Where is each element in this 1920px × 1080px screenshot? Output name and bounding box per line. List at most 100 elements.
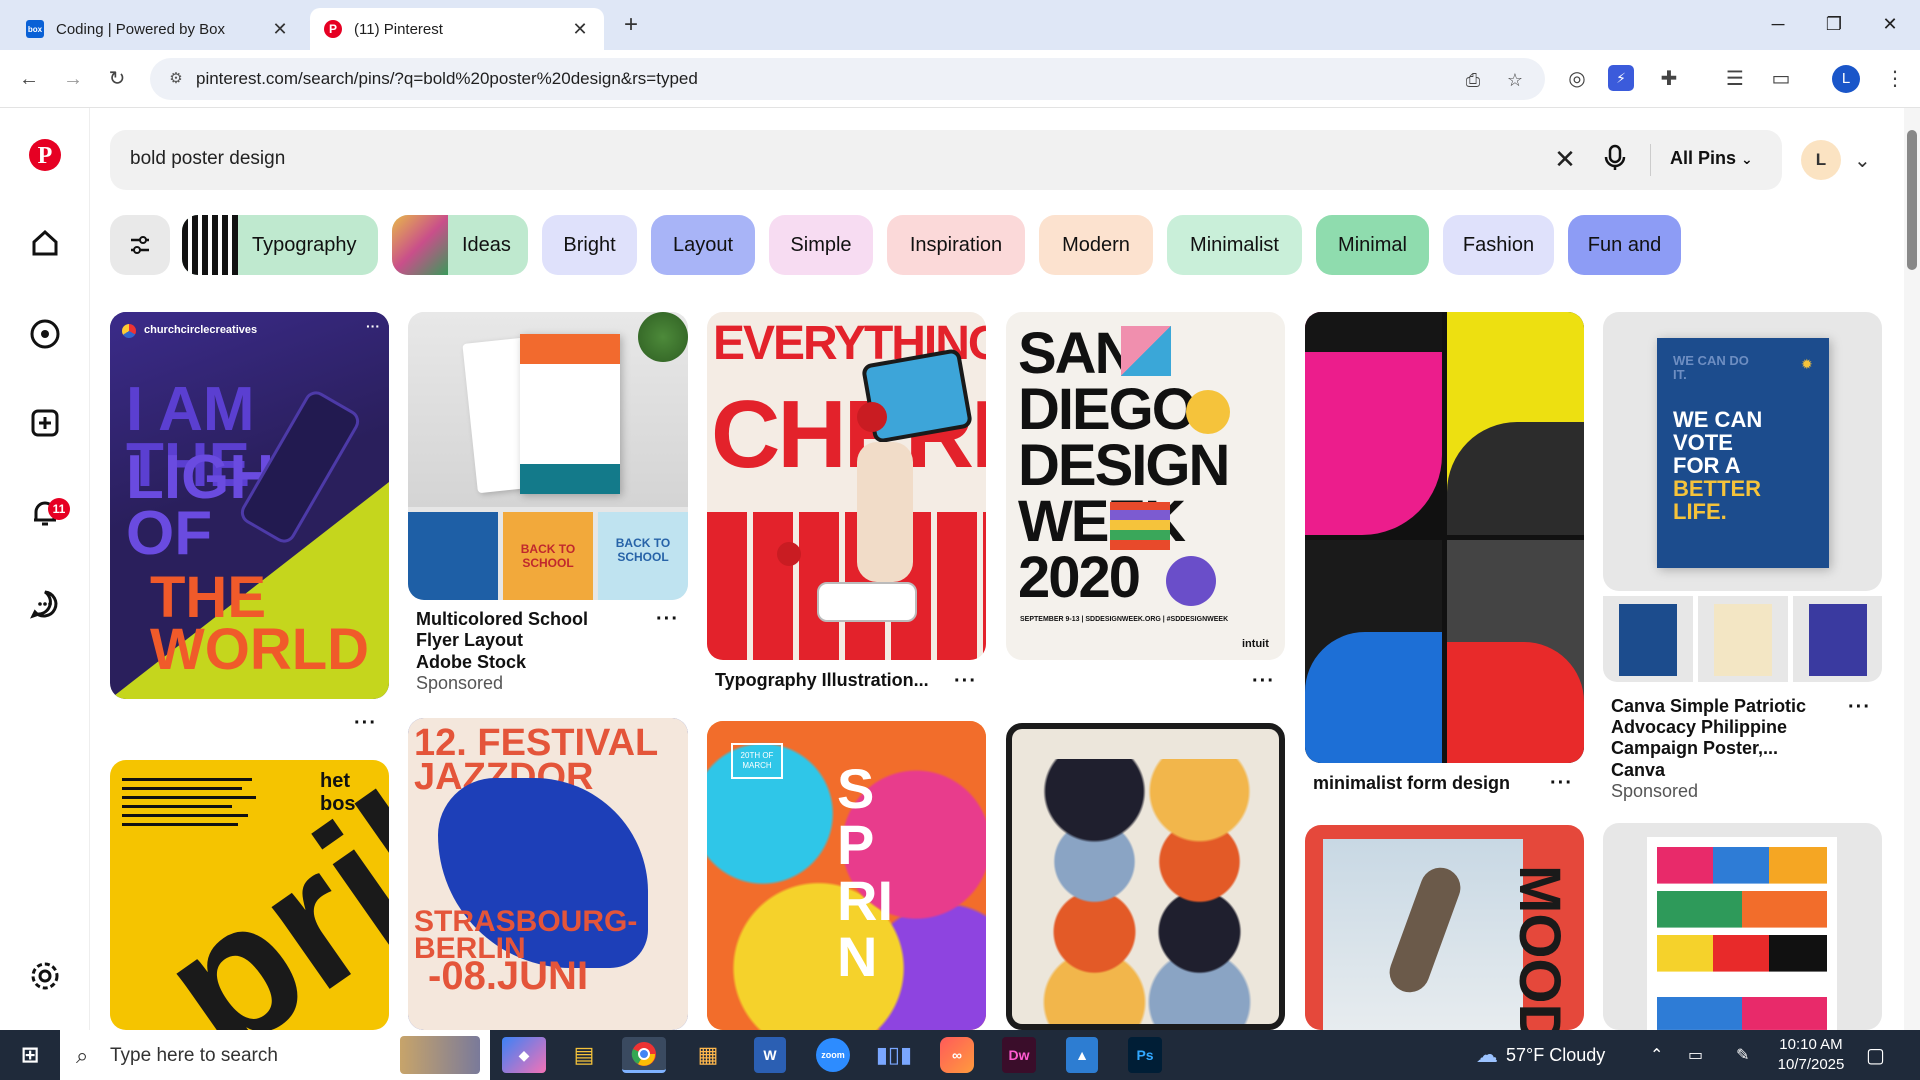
url-text[interactable]: pinterest.com/search/pins/?q=bold%20post… — [196, 69, 698, 89]
pin-minimalist-form-design[interactable] — [1305, 312, 1584, 763]
reload-icon[interactable]: ↻ — [102, 64, 132, 94]
pin-more-icon[interactable]: ··· — [1848, 696, 1871, 719]
show-hidden-icons-chevron-icon[interactable]: ⌃ — [1650, 1030, 1663, 1080]
browser-menu-icon[interactable]: ⋮ — [1880, 64, 1910, 94]
chip-modern[interactable]: Modern — [1039, 215, 1153, 275]
chip-inspiration[interactable]: Inspiration — [887, 215, 1025, 275]
close-icon[interactable]: ✕ — [270, 19, 290, 40]
copilot-icon[interactable]: ◆ — [502, 1037, 546, 1073]
account-chevron-down-icon[interactable]: ⌄ — [1854, 148, 1871, 173]
pin-everythings-cherry[interactable]: EVERYTHING'S CHERRY — [707, 312, 986, 660]
create-icon[interactable] — [25, 408, 65, 448]
dreamweaver-icon[interactable]: Dw — [1002, 1037, 1036, 1073]
pinterest-logo-icon[interactable]: P — [25, 138, 65, 178]
word-icon[interactable]: W — [754, 1037, 786, 1073]
minimize-button[interactable]: ─ — [1756, 6, 1800, 42]
chip-thumbnail — [182, 215, 238, 275]
browser-profile-avatar[interactable]: L — [1832, 65, 1860, 93]
tab-box-coding[interactable]: box Coding | Powered by Box ✕ — [12, 8, 304, 50]
notification-center-icon[interactable]: ▢ — [1866, 1030, 1885, 1080]
scrollbar-thumb[interactable] — [1907, 130, 1917, 270]
install-app-icon[interactable]: ⎙ — [1460, 67, 1486, 93]
pin-more-icon[interactable]: ··· — [354, 712, 377, 735]
canva-thumb-3[interactable] — [1793, 596, 1882, 682]
maximize-button[interactable]: ❐ — [1812, 6, 1856, 42]
back-icon[interactable]: ← — [14, 64, 44, 94]
weather-widget[interactable]: ☁ 57°F Cloudy — [1476, 1030, 1605, 1080]
bookmark-star-icon[interactable]: ☆ — [1502, 67, 1528, 93]
pin-jazzdor-festival[interactable]: 12. FESTIVAL JAZZDOR STRASBOURG-BERLIN -… — [408, 718, 688, 1030]
chip-ideas[interactable]: Ideas — [392, 215, 528, 275]
tab-pinterest[interactable]: P (11) Pinterest ✕ — [310, 8, 604, 50]
extension-grammar-icon[interactable]: ◎ — [1562, 64, 1592, 94]
voice-search-icon[interactable] — [1600, 144, 1630, 174]
taskbar-search-box[interactable]: ⌕ Type here to search — [60, 1030, 490, 1080]
pin-title[interactable]: Typography Illustration... — [715, 670, 935, 691]
chrome-icon[interactable] — [622, 1037, 666, 1073]
address-bar[interactable]: ⚙ pinterest.com/search/pins/?q=bold%20po… — [150, 58, 1545, 100]
audio-app-icon[interactable]: ▮▯▮ — [872, 1037, 916, 1073]
filter-settings-button[interactable] — [110, 215, 170, 275]
pin-title[interactable]: Canva Simple Patriotic Advocacy Philippi… — [1611, 696, 1811, 759]
chip-fun-and[interactable]: Fun and — [1568, 215, 1681, 275]
new-tab-button[interactable]: + — [616, 10, 646, 40]
pin-title[interactable]: Multicolored School Flyer Layout — [416, 609, 636, 651]
pin-more-icon[interactable]: ··· — [1252, 670, 1275, 693]
chip-layout[interactable]: Layout — [651, 215, 755, 275]
forward-icon[interactable]: → — [58, 64, 88, 94]
user-avatar[interactable]: L — [1801, 140, 1841, 180]
window-close-button[interactable]: ✕ — [1868, 6, 1912, 42]
chip-simple[interactable]: Simple — [769, 215, 873, 275]
pin-title[interactable]: minimalist form design — [1313, 773, 1510, 794]
canva-thumb-1[interactable] — [1603, 596, 1693, 682]
pin-mood-poster[interactable]: MOOD — [1305, 825, 1584, 1030]
zoom-icon[interactable]: zoom — [816, 1038, 850, 1072]
pin-source[interactable]: Canva — [1611, 760, 1665, 781]
pin-canva-vote-poster[interactable]: WE CAN DO IT. ✹ WE CAN VOTE FOR A BETTER… — [1603, 312, 1882, 591]
extension-icon[interactable]: ⚡ — [1608, 65, 1634, 91]
cast-icon[interactable]: ▭ — [1766, 64, 1796, 94]
media-icon[interactable]: ☰ — [1720, 64, 1750, 94]
pinterest-search-bar[interactable]: bold poster design ✕ All Pins ⌄ — [110, 130, 1782, 190]
battery-icon[interactable]: ▭ — [1688, 1030, 1703, 1080]
creative-cloud-icon[interactable]: ∞ — [940, 1037, 974, 1073]
canva-thumb-2[interactable] — [1698, 596, 1788, 682]
pin-colorful-shapes-print[interactable] — [1603, 823, 1882, 1030]
photoshop-icon[interactable]: Ps — [1128, 1037, 1162, 1073]
windows-start-icon[interactable]: ⊞ — [8, 1037, 52, 1073]
page-scrollbar[interactable] — [1904, 108, 1920, 1030]
pin-het-bos-april[interactable]: het bos pril — [110, 760, 389, 1030]
photos-icon[interactable]: ▲ — [1066, 1037, 1098, 1073]
pin-sponsored-label: Sponsored — [416, 673, 504, 693]
explore-icon[interactable] — [25, 318, 65, 358]
chip-bright[interactable]: Bright — [542, 215, 637, 275]
pin-circle-pattern-print[interactable] — [1006, 723, 1285, 1030]
chip-minimal[interactable]: Minimal — [1316, 215, 1429, 275]
pin-scope-dropdown[interactable]: All Pins ⌄ — [1670, 148, 1753, 169]
messages-icon[interactable] — [25, 588, 65, 628]
chip-typography[interactable]: Typography — [182, 215, 378, 275]
home-icon[interactable] — [25, 228, 65, 268]
pin-more-icon[interactable]: ··· — [1550, 772, 1573, 795]
microsoft-store-icon[interactable]: ▦ — [686, 1037, 730, 1073]
pin-spring-poster[interactable]: 20TH OF MARCH SPRIN — [707, 721, 986, 1030]
close-icon[interactable]: ✕ — [570, 19, 590, 40]
settings-gear-icon[interactable] — [25, 960, 65, 1000]
pin-source[interactable]: Adobe Stock — [416, 652, 526, 673]
pin-light-of-the-world[interactable]: churchcirclecreatives ··· I AM THE LIGHT… — [110, 312, 389, 699]
chip-minimalist[interactable]: Minimalist — [1167, 215, 1302, 275]
site-info-icon[interactable]: ⚙ — [164, 67, 188, 91]
pin-more-icon[interactable]: ··· — [954, 670, 977, 693]
file-explorer-icon[interactable]: ▤ — [562, 1037, 606, 1073]
extensions-puzzle-icon[interactable]: ✚ — [1654, 64, 1684, 94]
clear-search-icon[interactable]: ✕ — [1550, 144, 1580, 174]
taskbar-clock[interactable]: 10:10 AM 10/7/2025 — [1766, 1035, 1856, 1075]
search-divider — [1650, 144, 1651, 176]
pin-more-icon[interactable]: ··· — [656, 608, 679, 631]
pin-san-diego-design-week[interactable]: SAN DIEGO DESIGN WEEK 2020 SEPTEMBER 9-1… — [1006, 312, 1285, 660]
search-input[interactable]: bold poster design — [130, 148, 285, 170]
pin-school-flyer[interactable]: BACK TO SCHOOL BACK TO SCHOOL — [408, 312, 688, 600]
chip-fashion[interactable]: Fashion — [1443, 215, 1554, 275]
pen-icon[interactable]: ✎ — [1736, 1030, 1749, 1080]
pin-more-icon[interactable]: ··· — [366, 318, 380, 334]
